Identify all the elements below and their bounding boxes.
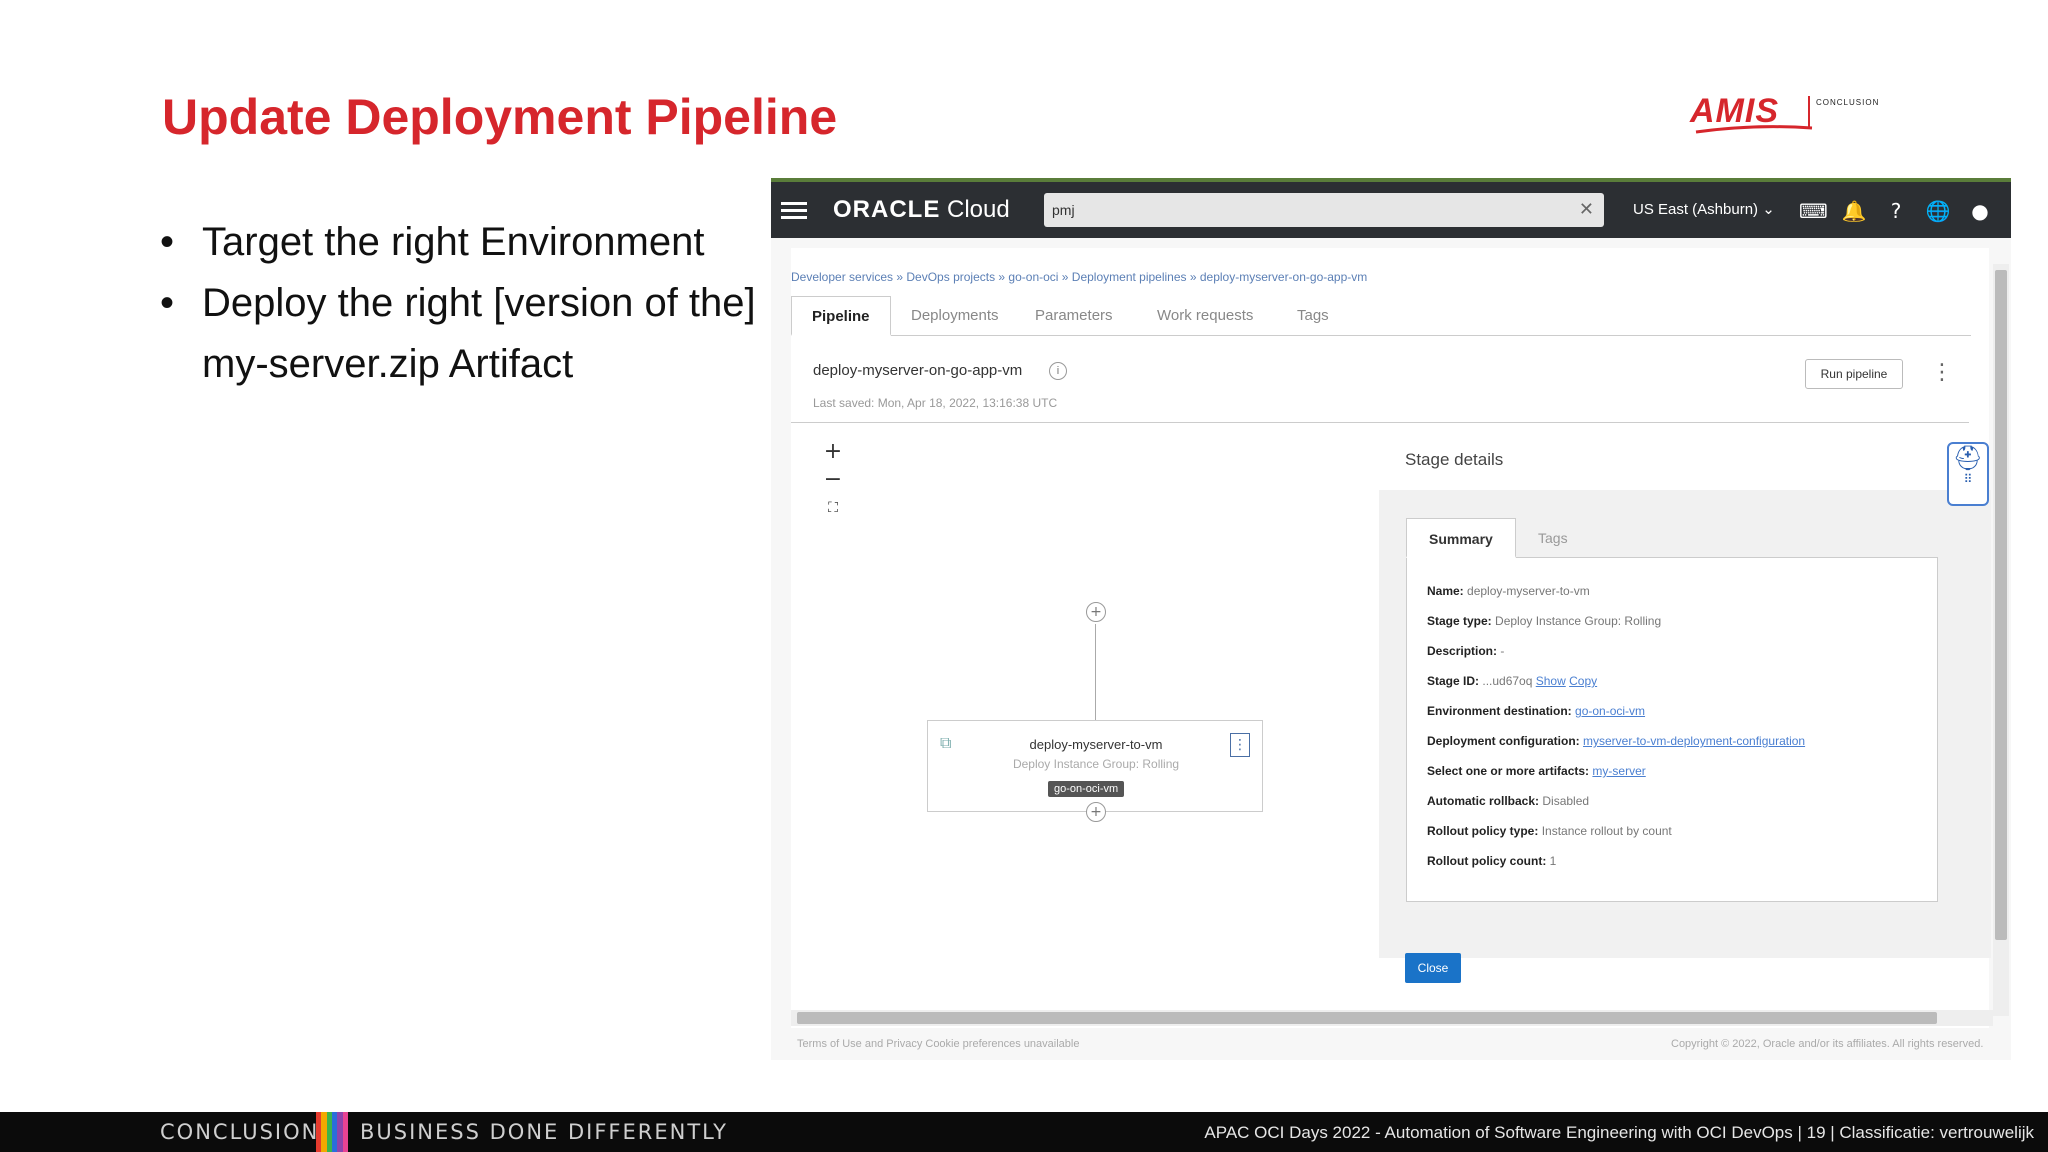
detail-environment: Environment destination: go-on-oci-vm [1427,704,1646,718]
profile-icon[interactable]: ● [1967,198,1993,224]
tab-tags[interactable]: Tags [1277,296,1349,336]
node-subtitle: Deploy Instance Group: Rolling [1012,757,1180,771]
detail-artifacts: Select one or more artifacts: my-server [1427,764,1646,778]
zoom-out-icon[interactable]: − [821,466,845,494]
footer-meta: APAC OCI Days 2022 - Automation of Softw… [1204,1123,2034,1142]
detail-name: Name: deploy-myserver-to-vm [1427,584,1590,598]
slide-title: Update Deployment Pipeline [162,89,838,145]
help-widget[interactable]: ⛑ ⠿ [1947,442,1989,506]
show-link[interactable]: Show [1536,674,1566,688]
oci-top-bar: ORACLE Cloud ✕ US East (Ashburn) ⌄ ⌨ 🔔 ?… [771,178,2011,238]
help-icon[interactable]: ? [1883,198,1909,224]
add-stage-icon[interactable]: + [1086,802,1106,822]
zoom-controls: + − ⛶ [821,438,845,522]
last-saved: Last saved: Mon, Apr 18, 2022, 13:16:38 … [813,396,1058,410]
logo-sub: CONCLUSION [1816,98,1880,107]
cloud-shell-icon[interactable]: ⌨ [1799,198,1828,224]
bullet-item: Target the right Environment [160,212,760,273]
horizontal-scrollbar[interactable] [791,1010,1993,1026]
detail-stage-type: Stage type: Deploy Instance Group: Rolli… [1427,614,1662,628]
node-menu-icon[interactable]: ⋮ [1230,733,1250,757]
deployment-config-link[interactable]: myserver-to-vm-deployment-configuration [1583,734,1805,748]
slide-footer-bar: CONCLUSION BUSINESS DONE DIFFERENTLY APA… [0,1112,2048,1152]
console-copyright: Copyright © 2022, Oracle and/or its affi… [1671,1038,1984,1050]
detail-rollout-count: Rollout policy count: 1 [1427,854,1557,868]
region-selector[interactable]: US East (Ashburn) ⌄ [1633,200,1775,218]
footer-tagline: BUSINESS DONE DIFFERENTLY [360,1120,728,1144]
oracle-cloud-brand[interactable]: ORACLE Cloud [833,196,1010,224]
bullet-list: Target the right Environment Deploy the … [160,212,760,395]
color-stripes [316,1112,348,1152]
pipeline-name: deploy-myserver-on-go-app-vm [813,362,1023,379]
zoom-in-icon[interactable]: + [821,438,845,466]
info-icon[interactable]: i [1049,362,1067,380]
stage-tabs: Summary Tags [1406,518,1938,558]
tab-stage-tags[interactable]: Tags [1516,518,1590,558]
footer-conclusion: CONCLUSION [160,1120,320,1144]
divider [791,422,1969,423]
search-input[interactable] [1052,199,1552,221]
detail-stage-id: Stage ID: ...ud67oq Show Copy [1427,674,1598,688]
tab-work-requests[interactable]: Work requests [1137,296,1273,336]
tab-parameters[interactable]: Parameters [1015,296,1133,336]
scroll-thumb[interactable] [797,1012,1937,1024]
clear-icon[interactable]: ✕ [1579,199,1594,220]
artifact-link[interactable]: my-server [1592,764,1645,778]
stage-details-heading: Stage details [1405,450,1504,469]
tab-summary[interactable]: Summary [1406,518,1516,558]
bell-icon[interactable]: 🔔 [1841,198,1867,224]
amis-logo: AMIS CONCLUSION [1690,92,1900,152]
vertical-scrollbar[interactable] [1993,264,2009,1016]
lifebuoy-icon: ⛑ [1952,444,1984,472]
tab-deployments[interactable]: Deployments [891,296,1019,336]
console-footer-links[interactable]: Terms of Use and Privacy Cookie preferen… [797,1038,1079,1050]
run-pipeline-button[interactable]: Run pipeline [1805,359,1903,389]
connector-line [1095,624,1096,720]
pipeline-tabs: Pipeline Deployments Parameters Work req… [791,296,1971,336]
grid-dots-icon: ⠿ [1963,472,1973,486]
scroll-thumb[interactable] [1995,270,2007,940]
oci-console-screenshot: ORACLE Cloud ✕ US East (Ashburn) ⌄ ⌨ 🔔 ?… [771,178,2011,1060]
bullet-item: Deploy the right [version of the] my-ser… [160,273,760,395]
stage-node[interactable]: ⧉ deploy-myserver-to-vm Deploy Instance … [927,720,1263,812]
detail-deployment-config: Deployment configuration: myserver-to-vm… [1427,734,1806,748]
detail-description: Description: - [1427,644,1505,658]
copy-link[interactable]: Copy [1569,674,1597,688]
tab-pipeline[interactable]: Pipeline [791,296,891,336]
node-badge: go-on-oci-vm [1048,781,1125,797]
logo-swoosh-icon [1695,125,1813,134]
fit-icon[interactable]: ⛶ [821,494,845,522]
breadcrumb[interactable]: Developer services » DevOps projects » g… [791,270,1367,284]
node-title: deploy-myserver-to-vm [1029,737,1163,752]
detail-rollout-type: Rollout policy type: Instance rollout by… [1427,824,1672,838]
search-bar[interactable]: ✕ [1044,193,1604,227]
add-stage-icon[interactable]: + [1086,602,1106,622]
hamburger-icon[interactable] [781,202,807,220]
environment-link[interactable]: go-on-oci-vm [1575,704,1645,718]
globe-icon[interactable]: 🌐 [1925,198,1951,224]
kebab-icon[interactable]: ⋮ [1931,360,1953,385]
detail-rollback: Automatic rollback: Disabled [1427,794,1590,808]
stage-summary: Name: deploy-myserver-to-vm Stage type: … [1406,558,1938,902]
close-button[interactable]: Close [1405,953,1461,983]
